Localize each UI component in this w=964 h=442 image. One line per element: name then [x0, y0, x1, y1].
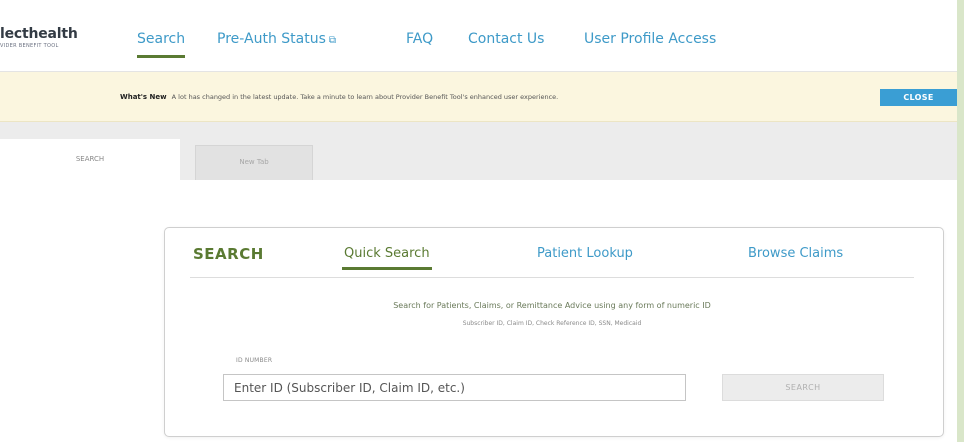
tab-browse-claims[interactable]: Browse Claims: [748, 246, 843, 261]
nav-user-profile-access[interactable]: User Profile Access: [584, 31, 716, 47]
tab-new-tab[interactable]: New Tab: [195, 145, 313, 180]
banner-close-button[interactable]: CLOSE: [880, 89, 957, 106]
search-description: Search for Patients, Claims, or Remittan…: [393, 301, 711, 310]
id-number-label: ID NUMBER: [236, 357, 273, 364]
nav-pre-auth-status[interactable]: Pre-Auth Status ⧉: [217, 31, 336, 47]
search-sub-description: Subscriber ID, Claim ID, Check Reference…: [462, 320, 642, 327]
banner-title: What's New: [120, 93, 167, 101]
logo-subtitle: VIDER BENEFIT TOOL: [0, 43, 59, 49]
search-button[interactable]: SEARCH: [722, 374, 884, 401]
nav-pre-auth-label: Pre-Auth Status: [217, 31, 326, 47]
external-link-icon: ⧉: [328, 35, 337, 46]
tab-quick-search[interactable]: Quick Search: [342, 246, 432, 270]
whats-new-banner: What's New A lot has changed in the late…: [0, 72, 957, 122]
card-title: SEARCH: [193, 245, 264, 263]
banner-text: What's New A lot has changed in the late…: [120, 93, 558, 101]
logo-name: lecthealth: [0, 26, 78, 42]
tab-patient-lookup[interactable]: Patient Lookup: [537, 246, 633, 261]
nav-contact-label: Contact Us: [468, 31, 545, 47]
logo[interactable]: lecthealth VIDER BENEFIT TOOL: [0, 26, 78, 49]
nav-search[interactable]: Search: [137, 31, 186, 58]
banner-message: A lot has changed in the latest update. …: [171, 93, 559, 101]
top-navigation: lecthealth VIDER BENEFIT TOOL Search Pre…: [0, 0, 957, 72]
nav-search-label: Search: [137, 31, 186, 47]
id-number-input[interactable]: [223, 374, 686, 401]
nav-faq-label: FAQ: [406, 31, 434, 47]
nav-faq[interactable]: FAQ: [406, 31, 433, 47]
nav-user-profile-label: User Profile Access: [584, 31, 717, 47]
tab-search[interactable]: SEARCH: [0, 139, 180, 180]
nav-contact-us[interactable]: Contact Us: [468, 31, 544, 47]
card-divider: [190, 277, 914, 278]
